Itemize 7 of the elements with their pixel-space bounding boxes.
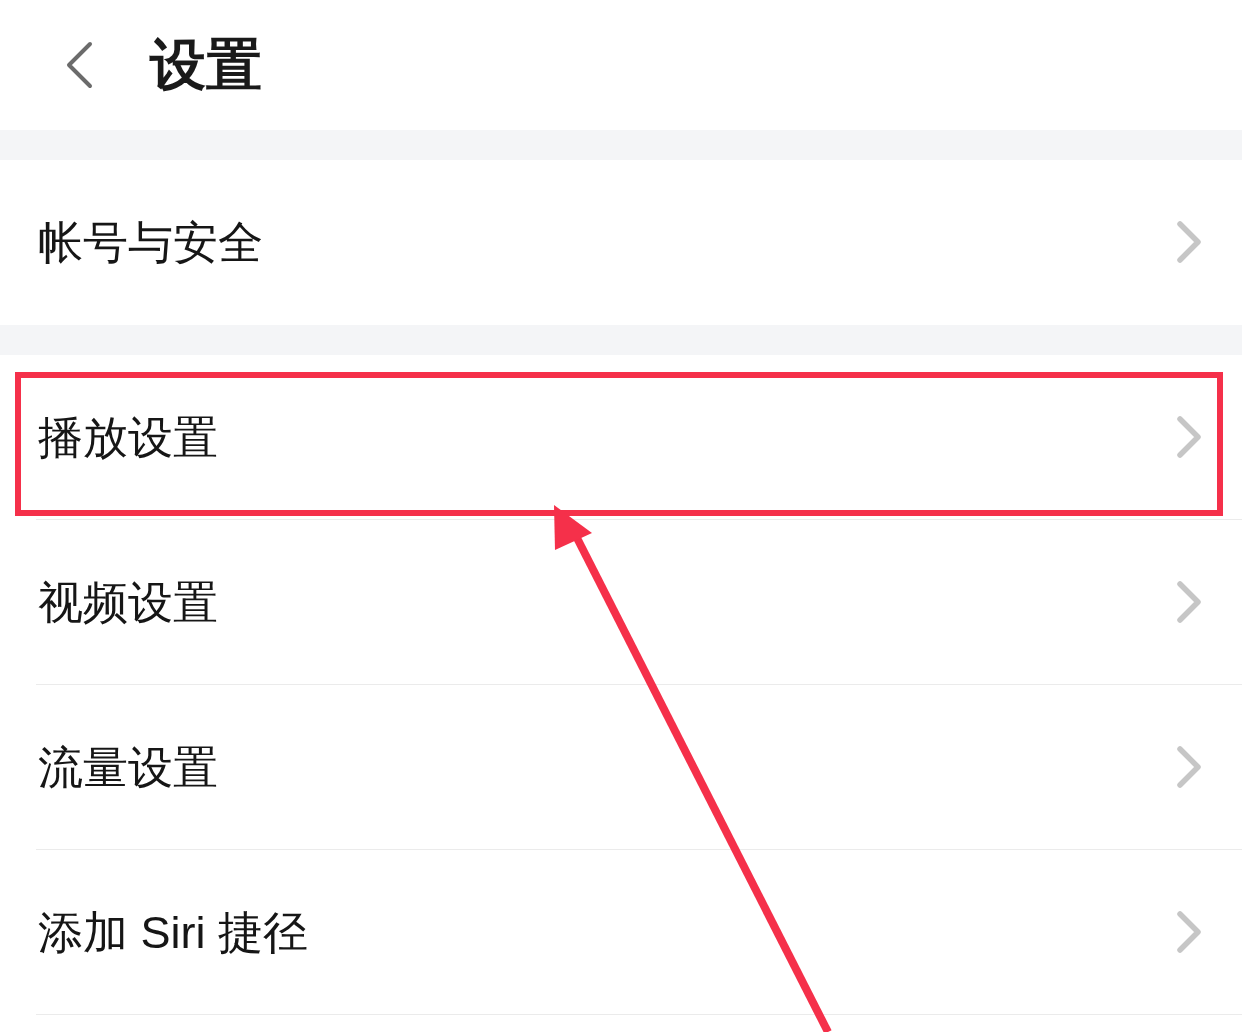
chevron-right-icon [1176, 415, 1202, 459]
chevron-right-icon [1176, 220, 1202, 264]
back-icon [64, 40, 94, 90]
chevron-right-icon [1176, 745, 1202, 789]
chevron-right-icon [1176, 580, 1202, 624]
page-title: 设置 [150, 37, 262, 93]
chevron-right-icon [1176, 910, 1202, 954]
